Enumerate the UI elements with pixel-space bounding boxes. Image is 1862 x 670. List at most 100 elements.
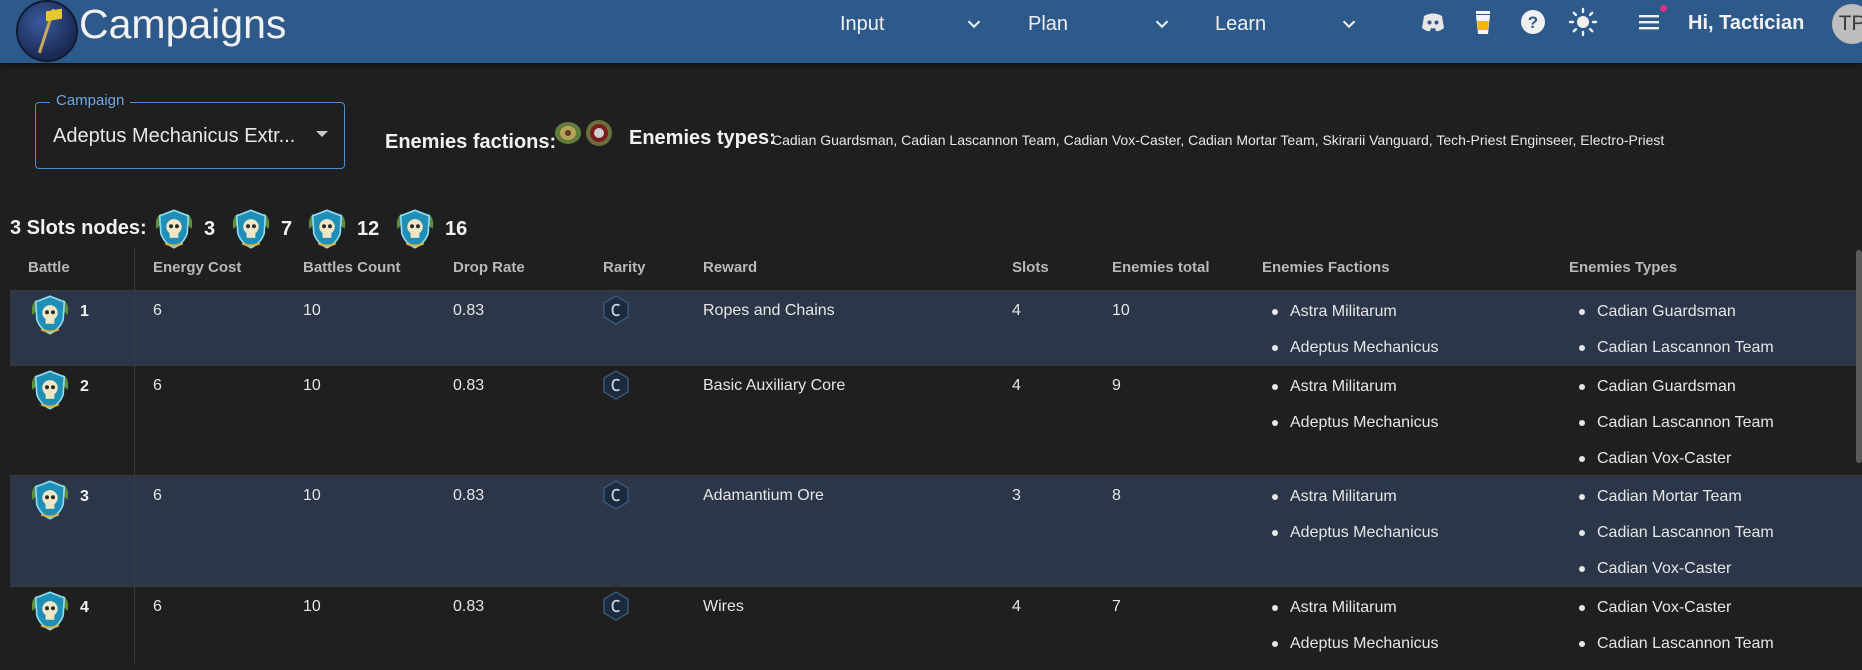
rarity-common-icon	[603, 295, 629, 325]
column-header[interactable]: Enemies Types	[1569, 259, 1677, 276]
skull-badge-icon	[308, 209, 346, 249]
enemies-factions-list: Astra Militarum Adeptus Mechanicus	[1270, 302, 1439, 374]
drop-rate-cell: 0.83	[453, 598, 485, 615]
reward-cell: Wires	[703, 598, 744, 615]
adeptus-mechanicus-icon	[586, 120, 612, 146]
discord-icon[interactable]	[1418, 7, 1448, 37]
menu-input-label: Input	[840, 12, 885, 35]
battles-count-cell: 10	[303, 487, 321, 504]
energy-cost-cell: 6	[153, 598, 162, 615]
reward-cell: Basic Auxiliary Core	[703, 377, 846, 394]
slot-node: 3	[152, 209, 215, 249]
enemies-total-cell: 10	[1112, 302, 1130, 319]
column-header[interactable]: Battles Count	[303, 259, 401, 276]
list-item: Astra Militarum	[1270, 302, 1439, 338]
menu-plan-label: Plan	[1028, 12, 1069, 35]
column-header[interactable]: Enemies total	[1112, 259, 1210, 276]
column-divider	[134, 248, 135, 663]
battle-badge	[28, 368, 72, 417]
list-item: Cadian Lascannon Team	[1577, 634, 1774, 670]
skull-badge-icon	[31, 370, 69, 410]
user-greeting: Hi, Tactician	[1688, 12, 1805, 34]
table-scrollbar[interactable]	[1856, 250, 1862, 463]
chevron-down-icon	[1155, 20, 1169, 29]
battles-count-cell: 10	[303, 598, 321, 615]
row-divider	[10, 475, 1862, 476]
brightness-icon[interactable]	[1568, 7, 1598, 37]
campaign-select-label: Campaign	[50, 92, 131, 109]
drop-rate-cell: 0.83	[453, 302, 485, 319]
column-header[interactable]: Battle	[28, 259, 70, 276]
avatar[interactable]: TP	[1832, 4, 1862, 44]
energy-cost-cell: 6	[153, 302, 162, 319]
menu-icon[interactable]	[1634, 7, 1664, 37]
column-header[interactable]: Reward	[703, 259, 757, 276]
column-header[interactable]: Rarity	[603, 259, 646, 276]
reward-cell: Adamantium Ore	[703, 487, 824, 504]
column-header[interactable]: Energy Cost	[153, 259, 241, 276]
list-item: Cadian Lascannon Team	[1577, 413, 1774, 449]
notification-dot	[1660, 5, 1667, 12]
list-item: Astra Militarum	[1270, 377, 1439, 413]
energy-cost-cell: 6	[153, 377, 162, 394]
enemies-factions-list: Astra Militarum Adeptus Mechanicus	[1270, 377, 1439, 449]
reward-cell: Ropes and Chains	[703, 302, 835, 319]
battle-badge	[28, 478, 72, 527]
battle-number: 4	[80, 599, 89, 616]
list-item: Astra Militarum	[1270, 598, 1439, 634]
enemies-factions-list: Astra Militarum Adeptus Mechanicus	[1270, 487, 1439, 559]
enemies-factions-label: Enemies factions:	[385, 131, 557, 153]
app-logo[interactable]	[16, 0, 78, 62]
battle-badge	[28, 589, 72, 638]
list-item: Adeptus Mechanicus	[1270, 634, 1439, 670]
menu-plan[interactable]: Plan	[1028, 8, 1178, 40]
campaign-select[interactable]: Adeptus Mechanicus Extr...	[35, 102, 345, 169]
column-header[interactable]: Slots	[1012, 259, 1049, 276]
chevron-down-icon	[1342, 20, 1356, 29]
battle-badge	[28, 293, 72, 342]
slots-cell: 4	[1012, 598, 1021, 615]
list-item: Cadian Lascannon Team	[1577, 523, 1774, 559]
slots-cell: 3	[1012, 487, 1021, 504]
menu-learn-label: Learn	[1215, 12, 1267, 35]
list-item: Cadian Vox-Caster	[1577, 598, 1774, 634]
energy-cost-cell: 6	[153, 487, 162, 504]
list-item: Adeptus Mechanicus	[1270, 523, 1439, 559]
slot-node-battle: 12	[357, 217, 380, 240]
chevron-down-icon	[967, 20, 981, 29]
slot-node-battle: 16	[445, 217, 468, 240]
coffee-cup-icon[interactable]	[1468, 7, 1498, 37]
skull-badge-icon	[31, 591, 69, 631]
list-item: Adeptus Mechanicus	[1270, 413, 1439, 449]
help-icon[interactable]: ?	[1518, 7, 1548, 37]
row-divider	[10, 290, 1862, 291]
battles-count-cell: 10	[303, 302, 321, 319]
enemies-types-list: Cadian Mortar Team Cadian Lascannon Team C…	[1577, 487, 1774, 595]
campaign-select-value: Adeptus Mechanicus Extr...	[53, 125, 296, 147]
enemies-types-list: Cadian Vox-Caster Cadian Lascannon Team	[1577, 598, 1774, 670]
slots-cell: 4	[1012, 302, 1021, 319]
list-item: Cadian Guardsman	[1577, 302, 1774, 338]
slots-cell: 4	[1012, 377, 1021, 394]
enemies-types-list: Cadian Guardsman, Cadian Lascannon Team,…	[772, 132, 1665, 148]
list-item: Cadian Guardsman	[1577, 377, 1774, 413]
slot-node: 16	[393, 209, 467, 249]
battles-count-cell: 10	[303, 377, 321, 394]
page-title: Campaigns	[79, 1, 287, 47]
column-header[interactable]: Drop Rate	[453, 259, 525, 276]
caret-down-icon	[316, 131, 328, 137]
rarity-common-icon	[603, 480, 629, 510]
enemies-types-list: Cadian Guardsman Cadian Lascannon Team	[1577, 302, 1774, 374]
skull-badge-icon	[31, 480, 69, 520]
astra-militarum-icon	[555, 122, 581, 144]
slot-node-battle: 7	[281, 217, 293, 240]
menu-input[interactable]: Input	[840, 8, 990, 40]
rarity-common-icon	[603, 591, 629, 621]
skull-badge-icon	[31, 295, 69, 335]
menu-learn[interactable]: Learn	[1215, 8, 1365, 40]
column-header[interactable]: Enemies Factions	[1262, 259, 1390, 276]
slot-node-battle: 3	[204, 217, 216, 240]
enemies-total-cell: 7	[1112, 598, 1121, 615]
skull-badge-icon	[155, 209, 193, 249]
battle-number: 3	[80, 488, 89, 505]
